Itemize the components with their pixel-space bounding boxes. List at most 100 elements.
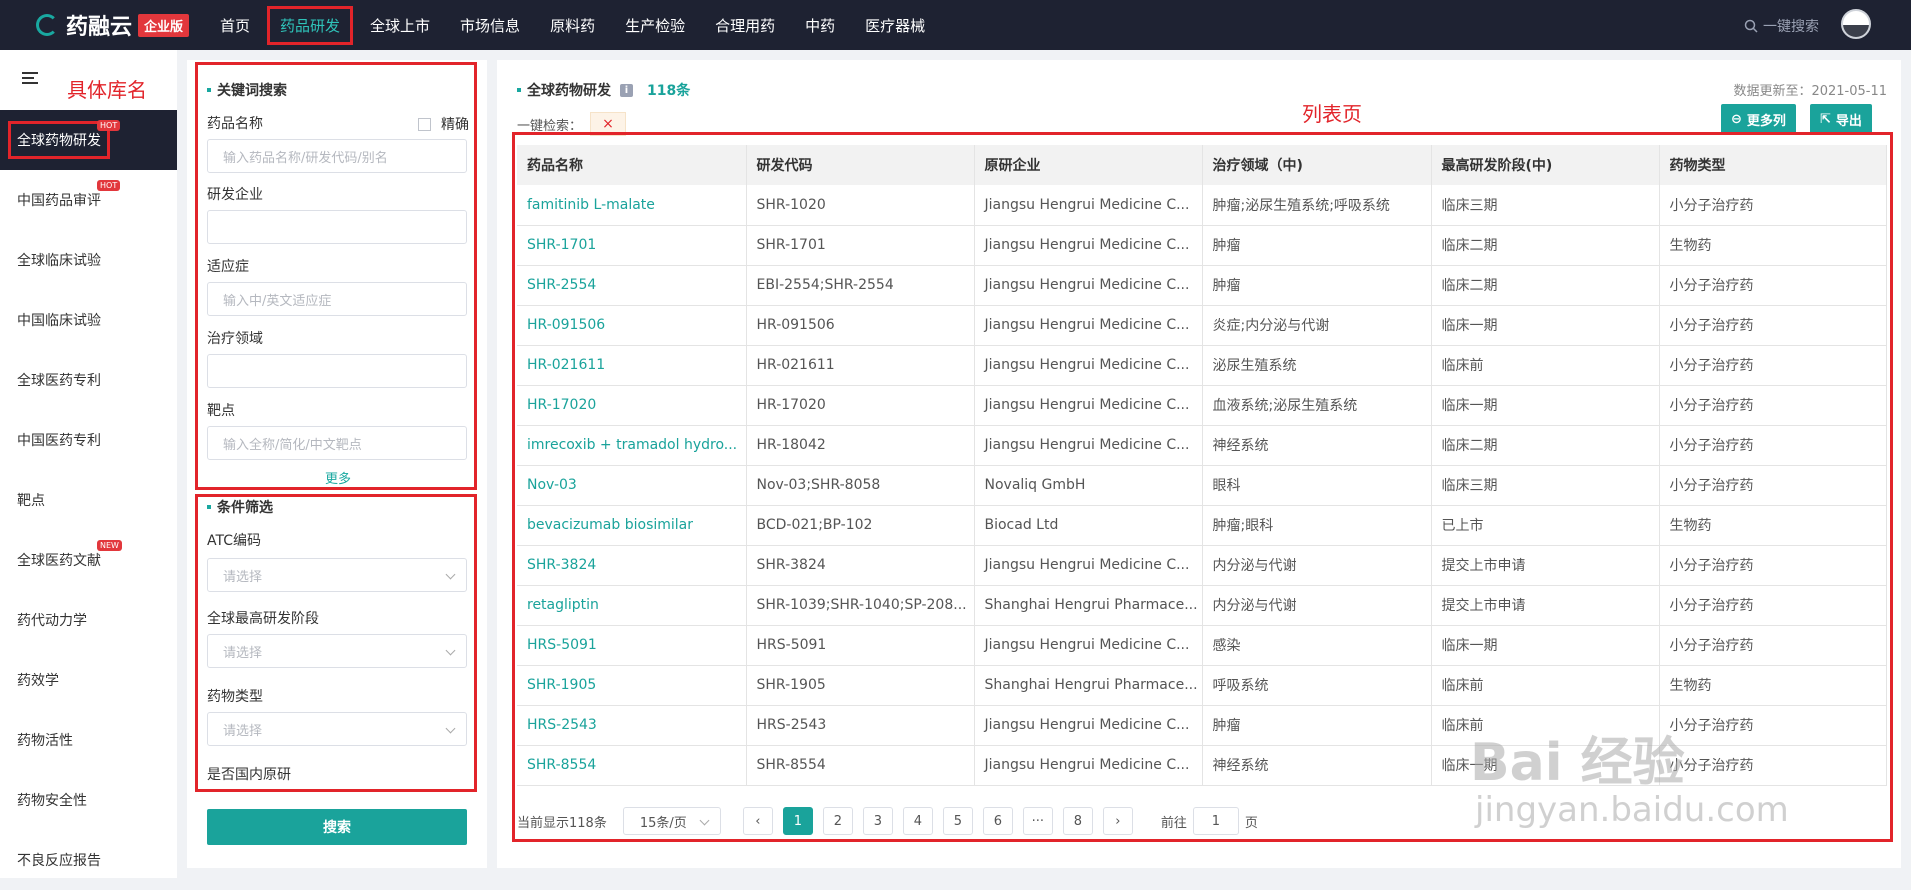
table-row[interactable]: SHR-1905 SHR-1905 Shanghai Hengrui Pharmac…: [517, 665, 1887, 706]
more-filters-link[interactable]: 更多: [325, 468, 351, 487]
sidebar-item-activity[interactable]: 药物活性: [0, 710, 177, 770]
column-header[interactable]: 药品名称: [517, 145, 747, 185]
page-button[interactable]: 6: [982, 807, 1013, 835]
search-icon: [1744, 19, 1758, 33]
next-page-button[interactable]: ›: [1102, 807, 1133, 835]
data-updated: 数据更新至：2021-05-11: [1733, 84, 1887, 99]
drug-name-link[interactable]: HR-17020: [517, 385, 747, 426]
sidebar-item-targets[interactable]: 靶点: [0, 470, 177, 530]
drug-name-link[interactable]: imrecoxib + tramadol hydro...: [517, 425, 747, 466]
type-select[interactable]: 请选择: [207, 712, 467, 746]
page-size-select[interactable]: 15条/页: [622, 807, 721, 835]
menu-toggle-icon[interactable]: [22, 72, 38, 84]
table-row[interactable]: HR-091506 HR-091506 Jiangsu Hengrui Medici…: [517, 305, 1887, 346]
sidebar-item-cn-trials[interactable]: 中国临床试验: [0, 290, 177, 350]
drug-name-link[interactable]: Nov-03: [517, 465, 747, 506]
drug-name-link[interactable]: HR-021611: [517, 345, 747, 386]
column-header[interactable]: 治疗领域（中): [1202, 145, 1432, 185]
indication-input[interactable]: 输入中/英文适应症: [207, 282, 467, 316]
info-icon[interactable]: i: [620, 83, 633, 97]
sidebar-item-pd[interactable]: 药效学: [0, 650, 177, 710]
drug-name-link[interactable]: HRS-2543: [517, 705, 747, 746]
sidebar-item-global-trials[interactable]: 全球临床试验: [0, 230, 177, 290]
nav-rational-use[interactable]: 合理用药: [705, 9, 785, 42]
drug-name-link[interactable]: HRS-5091: [517, 625, 747, 666]
column-header[interactable]: 最高研发阶段(中): [1431, 145, 1660, 185]
table-cell: 提交上市申请: [1431, 585, 1660, 626]
sidebar-item-adr[interactable]: 不良反应报告: [0, 830, 177, 890]
ellipsis-button[interactable]: ···: [1022, 807, 1053, 835]
drug-name-input[interactable]: 输入药品名称/研发代码/别名: [207, 139, 467, 173]
column-header[interactable]: 原研企业: [974, 145, 1203, 185]
drug-name-link[interactable]: famitinib L-malate: [517, 185, 747, 226]
brand-name: 药融云: [66, 15, 133, 40]
drug-name-link[interactable]: SHR-2554: [517, 265, 747, 306]
nav-market-info[interactable]: 市场信息: [450, 9, 530, 42]
atc-select[interactable]: 请选择: [207, 558, 467, 592]
sidebar-item-safety[interactable]: 药物安全性: [0, 770, 177, 830]
phase-select[interactable]: 请选择: [207, 634, 467, 668]
page-button[interactable]: 4: [902, 807, 933, 835]
nav-home[interactable]: 首页: [210, 9, 260, 42]
nav-api[interactable]: 原料药: [540, 9, 605, 42]
nav-global-market[interactable]: 全球上市: [360, 9, 440, 42]
column-header[interactable]: 药物类型: [1659, 145, 1887, 185]
table-row[interactable]: HR-021611 HR-021611 Jiangsu Hengrui Medici…: [517, 345, 1887, 386]
table-row[interactable]: imrecoxib + tramadol hydro... HR-18042 Jia…: [517, 425, 1887, 466]
avatar[interactable]: [1841, 9, 1871, 39]
drug-name-link[interactable]: retagliptin: [517, 585, 747, 626]
target-input[interactable]: 输入全称/简化/中文靶点: [207, 426, 467, 460]
goto-input[interactable]: 1: [1192, 807, 1239, 835]
page-button[interactable]: 1: [782, 807, 813, 835]
area-input[interactable]: [207, 354, 467, 388]
sidebar-item-pk[interactable]: 药代动力学: [0, 590, 177, 650]
drug-name-link[interactable]: HR-091506: [517, 305, 747, 346]
table-cell: 小分子治疗药: [1659, 185, 1887, 226]
sidebar-item-cn-patents[interactable]: 中国医药专利: [0, 410, 177, 470]
table-cell: HR-17020: [746, 385, 975, 426]
area-label: 治疗领域: [207, 331, 263, 347]
drug-name-link[interactable]: bevacizumab biosimilar: [517, 505, 747, 546]
table-cell: HRS-5091: [746, 625, 975, 666]
search-button[interactable]: 搜索: [207, 809, 467, 845]
logo[interactable]: 药融云 企业版: [36, 10, 190, 40]
page-button[interactable]: 2: [822, 807, 853, 835]
table-row[interactable]: retagliptin SHR-1039;SHR-1040;SP-208... Sh…: [517, 585, 1887, 626]
prev-page-button[interactable]: ‹: [742, 807, 773, 835]
sidebar-item-cn-review[interactable]: 中国药品审评 HOT: [0, 170, 177, 230]
sidebar-item-literature[interactable]: 全球医药文献 NEW: [0, 530, 177, 590]
table-row[interactable]: SHR-3824 SHR-3824 Jiangsu Hengrui Medicine…: [517, 545, 1887, 586]
export-button[interactable]: ⇱ 导出: [1810, 104, 1872, 134]
exact-label: 精确: [441, 117, 469, 133]
table-cell: 临床二期: [1431, 225, 1660, 266]
table-row[interactable]: bevacizumab biosimilar BCD-021;BP-102 Bioc…: [517, 505, 1887, 546]
page-button[interactable]: 8: [1062, 807, 1093, 835]
nav-devices[interactable]: 医疗器械: [855, 9, 935, 42]
select-placeholder: 请选择: [223, 645, 263, 661]
page-button[interactable]: 5: [942, 807, 973, 835]
global-search-link[interactable]: 一键搜索: [1744, 16, 1819, 36]
table-row[interactable]: SHR-2554 EBI-2554;SHR-2554 Jiangsu Hengrui…: [517, 265, 1887, 306]
page-button[interactable]: 3: [862, 807, 893, 835]
drug-name-link[interactable]: SHR-8554: [517, 745, 747, 786]
exact-match-checkbox[interactable]: 精确: [418, 114, 469, 134]
drug-name-link[interactable]: SHR-1701: [517, 225, 747, 266]
nav-production[interactable]: 生产检验: [615, 9, 695, 42]
table-row[interactable]: Nov-03 Nov-03;SHR-8058 Novaliq GmbH 眼科 临床三期小…: [517, 465, 1887, 506]
nav-tcm[interactable]: 中药: [795, 9, 845, 42]
nav-drug-rd[interactable]: 药品研发: [267, 5, 354, 45]
sidebar-item-global-rd[interactable]: 全球药物研发 HOT: [0, 110, 177, 170]
column-header[interactable]: 研发代码: [746, 145, 975, 185]
drug-name-link[interactable]: SHR-1905: [517, 665, 747, 706]
chevron-down-icon: [445, 569, 456, 580]
table-row[interactable]: HRS-5091 HRS-5091 Jiangsu Hengrui Medicine…: [517, 625, 1887, 666]
table-row[interactable]: SHR-1701 SHR-1701 Jiangsu Hengrui Medicine…: [517, 225, 1887, 266]
chevron-down-icon: [699, 815, 710, 826]
more-columns-button[interactable]: ⊖ 更多列: [1721, 104, 1796, 134]
drug-name-link[interactable]: SHR-3824: [517, 545, 747, 586]
table-cell: 感染: [1202, 625, 1432, 666]
sidebar-item-global-patents[interactable]: 全球医药专利: [0, 350, 177, 410]
table-row[interactable]: famitinib L-malate SHR-1020 Jiangsu Hengru…: [517, 185, 1887, 226]
table-row[interactable]: HR-17020 HR-17020 Jiangsu Hengrui Medicine…: [517, 385, 1887, 426]
company-input[interactable]: [207, 210, 467, 244]
